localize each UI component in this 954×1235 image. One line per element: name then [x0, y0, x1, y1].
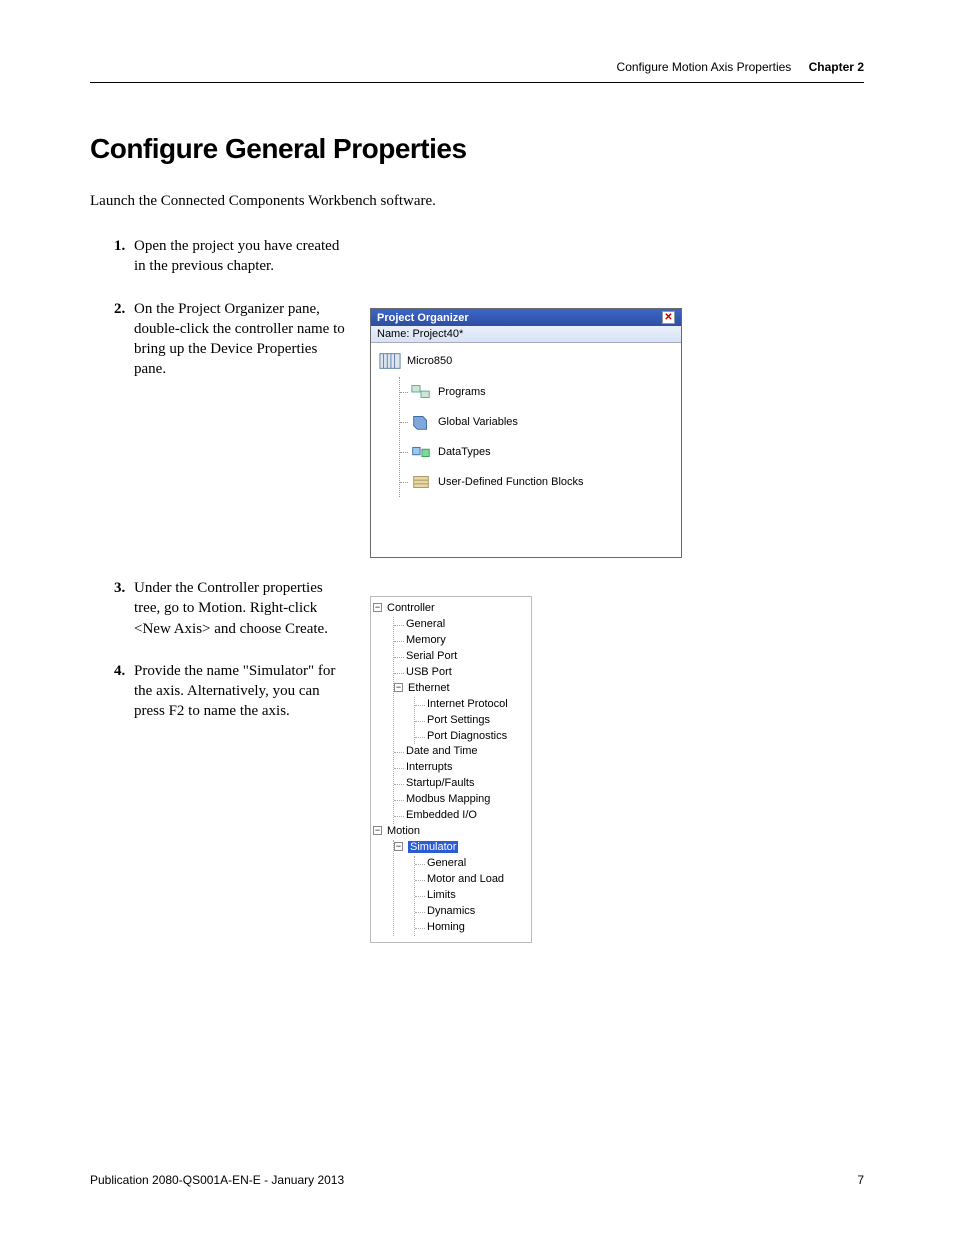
- tree-item-programs[interactable]: Programs: [438, 386, 486, 398]
- collapse-icon[interactable]: −: [394, 683, 403, 692]
- properties-tree: − Controller General Memory Serial Port …: [370, 596, 532, 943]
- pt-usb[interactable]: USB Port: [406, 665, 529, 681]
- tree-item-datatypes[interactable]: DataTypes: [438, 446, 491, 458]
- pt-sim-general[interactable]: General: [427, 856, 529, 872]
- steps-list-part1: Open the project you have created in the…: [90, 236, 350, 380]
- tree-item-globals[interactable]: Global Variables: [438, 416, 518, 428]
- intro-text: Launch the Connected Components Workbenc…: [90, 193, 864, 210]
- globals-icon: [410, 412, 432, 432]
- page-header: Configure Motion Axis Properties Chapter…: [90, 60, 864, 83]
- pt-interrupts[interactable]: Interrupts: [406, 760, 529, 776]
- pt-sim-dynamics[interactable]: Dynamics: [427, 904, 529, 920]
- pt-embedded[interactable]: Embedded I/O: [406, 808, 529, 824]
- page-footer: Publication 2080-QS001A-EN-E - January 2…: [90, 1173, 864, 1187]
- footer-page-number: 7: [857, 1173, 864, 1187]
- step-1: Open the project you have created in the…: [114, 236, 350, 277]
- pt-motion[interactable]: Motion: [387, 825, 420, 837]
- project-organizer-title: Project Organizer: [377, 312, 469, 324]
- project-name-label: Name:: [377, 328, 409, 340]
- datatypes-icon: [410, 442, 432, 462]
- controller-icon: [379, 351, 401, 371]
- header-chapter: Chapter 2: [809, 60, 864, 74]
- project-name-value: Project40*: [412, 328, 463, 340]
- pt-portset[interactable]: Port Settings: [427, 713, 529, 729]
- programs-icon: [410, 382, 432, 402]
- close-icon[interactable]: ✕: [662, 311, 675, 324]
- step-4: Provide the name "Simulator" for the axi…: [114, 661, 350, 722]
- steps-list-part2: Under the Controller properties tree, go…: [90, 578, 350, 722]
- pt-sim-motor[interactable]: Motor and Load: [427, 872, 529, 888]
- pt-controller[interactable]: Controller: [387, 602, 435, 614]
- pt-sim-limits[interactable]: Limits: [427, 888, 529, 904]
- project-organizer-pane: Project Organizer ✕ Name: Project40* Mic…: [370, 308, 682, 558]
- pt-modbus[interactable]: Modbus Mapping: [406, 792, 529, 808]
- pt-ethernet[interactable]: Ethernet: [408, 682, 450, 694]
- udfb-icon: [410, 472, 432, 492]
- footer-publication: Publication 2080-QS001A-EN-E - January 2…: [90, 1173, 344, 1187]
- pt-simulator[interactable]: Simulator: [408, 841, 458, 853]
- tree-item-udfb[interactable]: User-Defined Function Blocks: [438, 476, 584, 488]
- collapse-icon[interactable]: −: [373, 603, 382, 612]
- pt-general[interactable]: General: [406, 617, 529, 633]
- pt-sim-homing[interactable]: Homing: [427, 920, 529, 936]
- pt-date[interactable]: Date and Time: [406, 744, 529, 760]
- step-2: On the Project Organizer pane, double-cl…: [114, 299, 350, 380]
- step-3: Under the Controller properties tree, go…: [114, 578, 350, 639]
- collapse-icon[interactable]: −: [373, 826, 382, 835]
- page-title: Configure General Properties: [90, 133, 864, 165]
- pt-startup[interactable]: Startup/Faults: [406, 776, 529, 792]
- pt-portdiag[interactable]: Port Diagnostics: [427, 729, 529, 745]
- pt-memory[interactable]: Memory: [406, 633, 529, 649]
- header-section: Configure Motion Axis Properties: [617, 60, 792, 74]
- collapse-icon[interactable]: −: [394, 842, 403, 851]
- pt-serial[interactable]: Serial Port: [406, 649, 529, 665]
- pt-ip[interactable]: Internet Protocol: [427, 697, 529, 713]
- tree-root-label[interactable]: Micro850: [407, 355, 452, 367]
